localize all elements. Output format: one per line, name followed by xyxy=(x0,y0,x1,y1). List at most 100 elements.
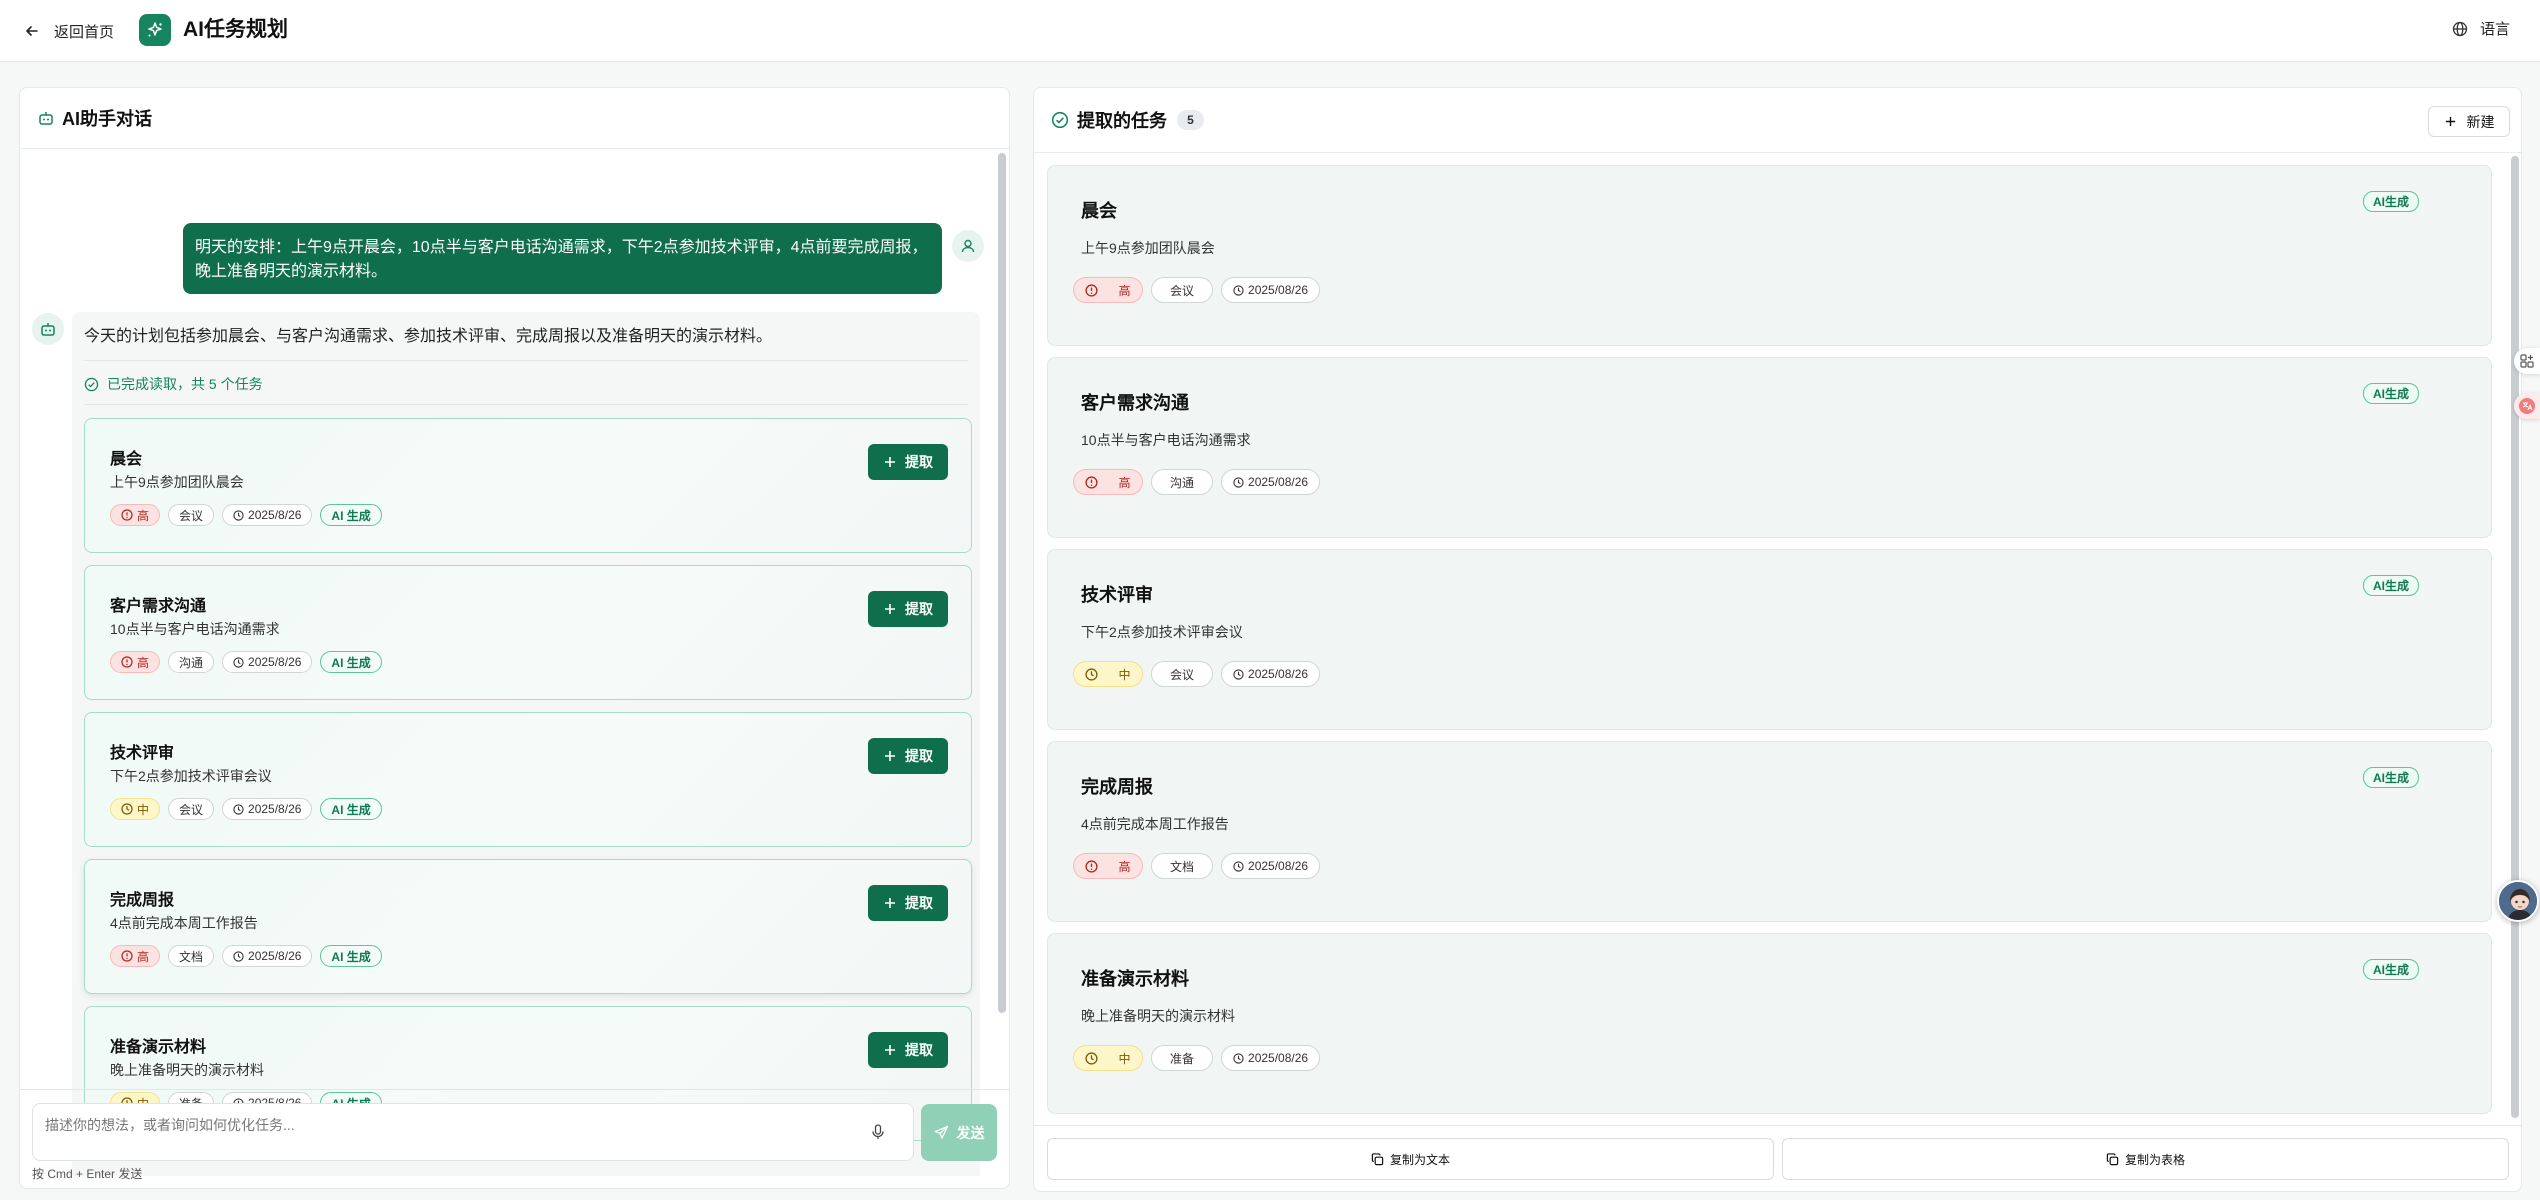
extract-button[interactable]: 提取 xyxy=(868,444,948,480)
extract-button[interactable]: 提取 xyxy=(868,1032,948,1068)
date-label: 2025/8/26 xyxy=(248,508,302,522)
alert-circle-icon xyxy=(121,950,133,962)
clock-icon xyxy=(233,803,244,815)
task-card[interactable]: 客户需求沟通 AI生成 10点半与客户电话沟通需求 高 沟通 2025/08/2… xyxy=(1047,357,2492,538)
extract-label: 提取 xyxy=(905,895,933,911)
chat-task-card: 完成周报 4点前完成本周工作报告 高 文档 2025/8/26 AI 生成 提取 xyxy=(84,859,972,994)
plus-icon xyxy=(883,602,897,616)
copy-icon xyxy=(2106,1152,2119,1166)
date-label: 2025/08/26 xyxy=(1248,859,1309,873)
chat-scrollbar[interactable] xyxy=(998,153,1006,1013)
send-button[interactable]: 发送 xyxy=(921,1104,997,1161)
language-label: 语言 xyxy=(2479,21,2510,38)
plus-icon xyxy=(883,749,897,763)
category-tag: 文档 xyxy=(1151,853,1214,879)
translate-icon[interactable] xyxy=(2514,393,2540,419)
priority-label: 高 xyxy=(1118,859,1131,874)
category-tag: 会议 xyxy=(1151,277,1214,303)
category-tag: 准备 xyxy=(1151,1045,1214,1071)
ai-generated-tag: AI 生成 xyxy=(320,651,382,673)
extract-button[interactable]: 提取 xyxy=(868,885,948,921)
chat-input-placeholder: 描述你的想法，或者询问如何优化任务... xyxy=(45,1117,295,1133)
date-label: 2025/8/26 xyxy=(248,949,302,963)
completion-status: 已完成读取，共 5 个任务 xyxy=(84,374,263,394)
category-tag: 会议 xyxy=(168,504,215,526)
priority-tag: 中 xyxy=(1073,661,1143,687)
task-title: 晨会 xyxy=(110,451,143,468)
new-task-button[interactable]: 新建 xyxy=(2428,106,2510,137)
priority-label: 高 xyxy=(137,508,150,523)
chat-input[interactable]: 描述你的想法，或者询问如何优化任务... xyxy=(32,1103,914,1161)
task-title: 完成周报 xyxy=(110,892,175,909)
bot-message: 今天的计划包括参加晨会、与客户沟通需求、参加技术评审、完成周报以及准备明天的演示… xyxy=(72,312,980,1176)
date-label: 2025/08/26 xyxy=(1248,1051,1309,1065)
priority-tag: 高 xyxy=(110,651,161,673)
task-title: 技术评审 xyxy=(1081,585,1153,605)
back-home-label: 返回首页 xyxy=(54,23,115,41)
date-tag: 2025/08/26 xyxy=(1221,1045,1321,1071)
priority-label: 中 xyxy=(1118,1051,1131,1066)
check-circle-icon xyxy=(84,377,99,392)
tasks-panel-header: 提取的任务 5 新建 xyxy=(1034,88,2521,153)
priority-label: 高 xyxy=(137,949,150,964)
language-button[interactable]: 语言 xyxy=(2452,18,2510,39)
completion-status-text: 已完成读取，共 5 个任务 xyxy=(107,376,263,392)
date-label: 2025/08/26 xyxy=(1248,475,1309,489)
date-tag: 2025/8/26 xyxy=(222,945,313,967)
robot-icon xyxy=(38,110,54,126)
copy-as-table-button[interactable]: 复制为表格 xyxy=(1782,1138,2509,1180)
sparkle-logo-icon xyxy=(139,14,171,46)
back-home-button[interactable]: 返回首页 xyxy=(24,18,114,44)
copy-icon xyxy=(1371,1152,1384,1166)
date-label: 2025/08/26 xyxy=(1248,283,1309,297)
task-description: 晚上准备明天的演示材料 xyxy=(110,1062,264,1078)
chat-panel: AI助手对话 明天的安排：上午9点开晨会，10点半与客户电话沟通需求，下午2点参… xyxy=(19,87,1010,1189)
priority-label: 高 xyxy=(137,655,150,670)
priority-tag: 高 xyxy=(1073,469,1143,495)
chat-messages[interactable]: 明天的安排：上午9点开晨会，10点半与客户电话沟通需求，下午2点参加技术评审，4… xyxy=(20,150,1011,1176)
category-tag: 沟通 xyxy=(168,651,215,673)
date-label: 2025/8/26 xyxy=(248,802,302,816)
copy-as-text-label: 复制为文本 xyxy=(1389,1152,1450,1167)
bot-avatar-icon xyxy=(32,313,64,345)
ai-generated-badge: AI生成 xyxy=(2362,575,2419,596)
ai-generated-tag: AI 生成 xyxy=(320,504,382,526)
task-title: 技术评审 xyxy=(110,745,175,762)
tasks-scrollbar[interactable] xyxy=(2511,156,2519,1118)
extract-button[interactable]: 提取 xyxy=(868,591,948,627)
app-header: 返回首页 AI任务规划 语言 xyxy=(0,0,2540,62)
copy-as-text-button[interactable]: 复制为文本 xyxy=(1047,1138,1774,1180)
assistant-avatar[interactable] xyxy=(2497,880,2539,922)
date-tag: 2025/8/26 xyxy=(222,651,313,673)
bot-message-text: 今天的计划包括参加晨会、与客户沟通需求、参加技术评审、完成周报以及准备明天的演示… xyxy=(84,328,773,345)
priority-tag: 中 xyxy=(110,798,161,820)
task-title: 完成周报 xyxy=(1081,777,1153,797)
priority-label: 中 xyxy=(1118,667,1131,682)
plus-icon xyxy=(2444,115,2457,128)
chat-task-card: 技术评审 下午2点参加技术评审会议 中 会议 2025/8/26 AI 生成 提… xyxy=(84,712,972,847)
priority-label: 高 xyxy=(1118,283,1131,298)
task-description: 上午9点参加团队晨会 xyxy=(110,474,244,490)
tasks-panel: 提取的任务 5 新建 晨会 AI生成 上午9点参加团队晨会 高 会议 2025/… xyxy=(1033,87,2522,1192)
task-description: 上午9点参加团队晨会 xyxy=(1081,240,1215,256)
ai-generated-tag: AI 生成 xyxy=(320,945,382,967)
extract-button[interactable]: 提取 xyxy=(868,738,948,774)
clock-icon xyxy=(233,509,244,521)
task-card[interactable]: 准备演示材料 AI生成 晚上准备明天的演示材料 中 准备 2025/08/26 xyxy=(1047,933,2492,1114)
priority-label: 高 xyxy=(1118,475,1131,490)
task-card[interactable]: 晨会 AI生成 上午9点参加团队晨会 高 会议 2025/08/26 xyxy=(1047,165,2492,346)
apps-grid-icon[interactable] xyxy=(2514,348,2540,374)
priority-tag: 高 xyxy=(110,945,161,967)
task-card[interactable]: 完成周报 AI生成 4点前完成本周工作报告 高 文档 2025/08/26 xyxy=(1047,741,2492,922)
ai-generated-badge: AI生成 xyxy=(2362,191,2419,212)
arrow-left-icon xyxy=(24,23,40,39)
plus-icon xyxy=(883,1043,897,1057)
divider xyxy=(84,404,968,405)
task-card[interactable]: 技术评审 AI生成 下午2点参加技术评审会议 中 会议 2025/08/26 xyxy=(1047,549,2492,730)
user-avatar-icon xyxy=(952,230,984,262)
date-label: 2025/08/26 xyxy=(1248,667,1309,681)
clock-icon xyxy=(233,950,244,962)
divider xyxy=(84,360,968,361)
microphone-icon[interactable] xyxy=(871,1124,885,1140)
category-tag: 沟通 xyxy=(1151,469,1214,495)
